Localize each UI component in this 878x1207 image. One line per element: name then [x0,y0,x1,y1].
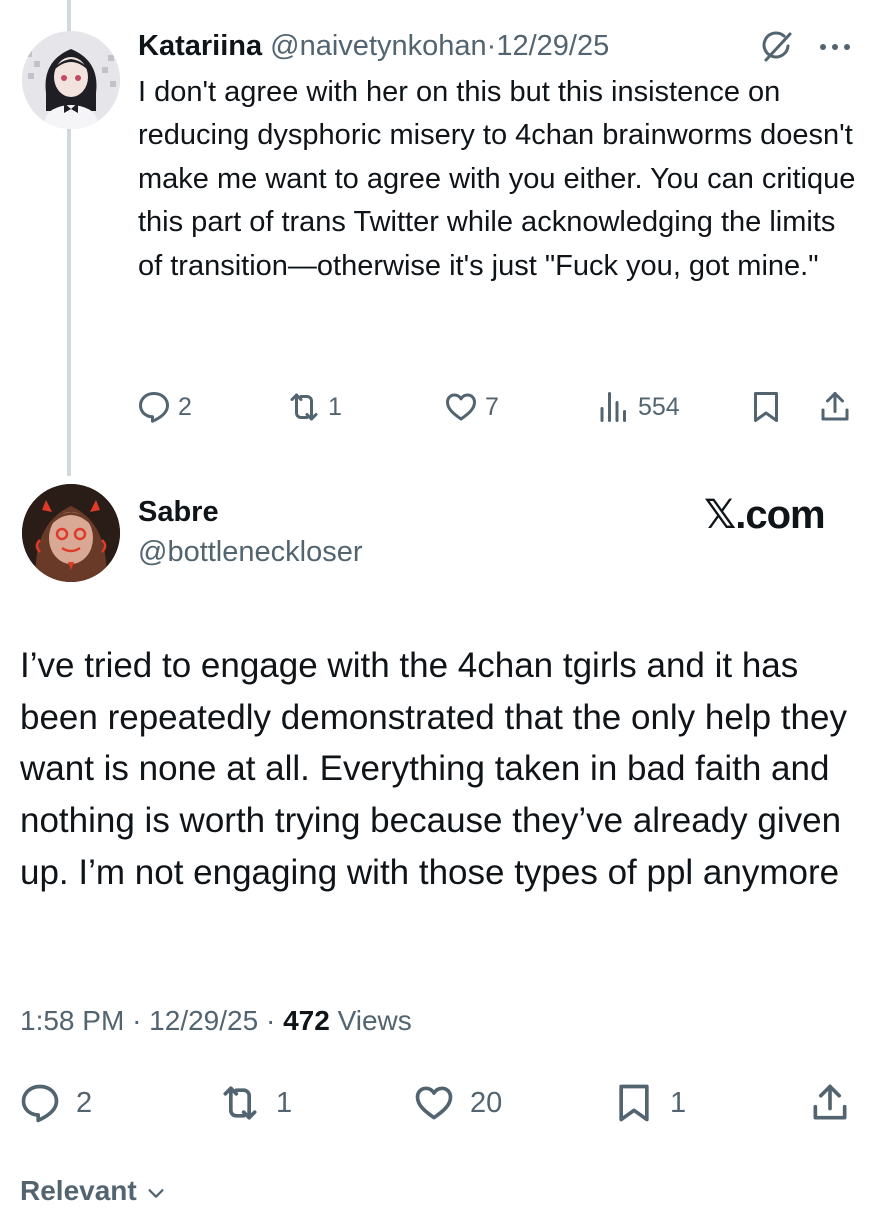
like-count: 20 [470,1086,503,1119]
reply-icon [21,1084,59,1123]
repost-icon [223,1086,257,1120]
author-handle[interactable]: @naivetynkohan [270,30,486,62]
post-text: I’ve tried to engage with the 4chan tgir… [20,646,847,892]
reply-count: 2 [178,392,192,421]
views-button[interactable]: 554 [596,387,680,427]
repost-button[interactable]: 1 [218,1078,292,1128]
grok-icon[interactable] [760,30,794,64]
repost-button[interactable]: 1 [286,387,342,427]
bookmark-button[interactable]: 1 [612,1078,686,1128]
like-count: 7 [485,392,499,421]
repost-count: 1 [328,392,342,421]
like-icon [415,1086,453,1120]
separator: · [486,30,497,62]
avatar[interactable] [22,31,120,129]
reply-button[interactable]: 2 [136,387,192,427]
separator: · [132,1005,142,1036]
separator: · [265,1005,276,1036]
reply-icon [139,392,169,423]
reply-count: 2 [76,1086,93,1119]
views-count: 472 [283,1005,330,1036]
views-count: 554 [638,392,680,421]
post-date[interactable]: 12/29/25 [149,1005,258,1036]
sort-replies-dropdown[interactable]: Relevant [20,1175,167,1207]
repost-icon [290,393,318,421]
author-name[interactable]: Katariina [138,30,262,62]
post-header: Katariina @naivetynkohan·12/29/25 [138,27,609,65]
like-button[interactable]: 20 [412,1078,502,1128]
more-icon[interactable] [815,30,855,64]
views-label: Views [337,1005,412,1036]
share-icon [813,1084,847,1120]
chevron-down-icon [147,1188,164,1198]
bookmark-count: 1 [670,1086,687,1119]
like-icon [446,393,476,421]
bookmark-icon [754,392,778,422]
reply-button[interactable]: 2 [18,1078,92,1128]
bookmark-button[interactable] [748,387,790,427]
x-brand-logo: 𝕏.com [704,493,826,537]
post-time[interactable]: 1:58 PM [20,1005,124,1036]
share-icon [821,392,849,421]
repost-count: 1 [276,1086,293,1119]
sort-label: Relevant [20,1175,137,1206]
share-button[interactable] [817,387,859,427]
post-meta: 1:58 PM · 12/29/25 · 472 Views [20,1005,412,1037]
share-button[interactable] [808,1078,866,1128]
views-icon [600,392,626,422]
bookmark-icon [619,1084,649,1122]
like-button[interactable]: 7 [443,387,499,427]
avatar[interactable] [22,484,120,582]
author-name[interactable]: Sabre [138,496,219,529]
post-text: I don't agree with her on this but this … [138,76,856,282]
author-handle[interactable]: @bottleneckloser [138,536,363,569]
post-date[interactable]: 12/29/25 [496,30,609,62]
